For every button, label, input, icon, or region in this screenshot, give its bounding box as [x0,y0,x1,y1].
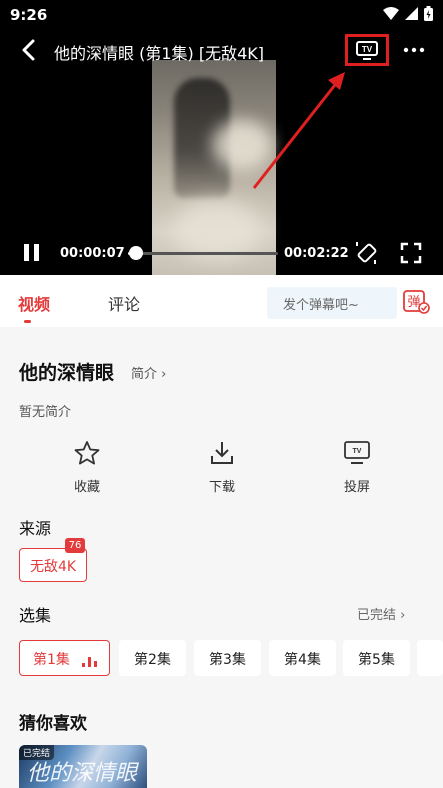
intro-link[interactable]: 简介 › [131,363,166,382]
tv-cast-icon: TV [356,41,378,60]
tab-video[interactable]: 视频 [18,291,50,315]
total-time: 00:02:22 [284,246,349,261]
download-label: 下载 [208,480,235,495]
detail-content: 他的深情眼 简介 › 暂无简介 收藏 下载 TV 投屏 来源 无敌4K 76 选… [0,327,443,788]
recommend-card[interactable]: 他的深情眼 已完结 [19,745,147,788]
battery-icon [424,6,433,21]
source-title: 来源 [19,519,52,538]
tab-indicator [24,320,31,323]
status-bar: 9:26 [0,0,443,26]
progress-bar[interactable] [128,252,278,255]
wifi-icon [383,7,399,20]
playing-bars-icon [82,655,98,667]
tv-cast-icon: TV [344,441,370,464]
pause-button[interactable] [22,242,42,264]
tab-bar: 视频 评论 发个弹幕吧~ 弹 [0,275,443,327]
cast-button[interactable]: TV 投屏 [327,440,387,495]
source-chip[interactable]: 无敌4K [19,548,87,582]
recommend-card-badge: 已完结 [19,745,55,760]
show-title: 他的深情眼 [19,362,115,384]
status-time: 9:26 [10,6,48,24]
star-icon [74,441,100,465]
episode-item[interactable]: 第2集 [119,640,186,676]
rotate-icon[interactable] [354,240,380,266]
current-time: 00:00:07 [60,246,125,261]
episode-item[interactable]: 第5集 [343,640,410,676]
player-controls: 00:00:07 00:02:22 [0,238,443,268]
episode-item[interactable]: 第3集 [194,640,261,676]
cast-icon-text: TV [353,448,362,455]
progress-handle[interactable] [128,246,143,260]
episode-item[interactable]: 第1集 [19,640,110,676]
intro-link-label: 简介 [131,367,158,382]
favorite-button[interactable]: 收藏 [57,440,117,495]
episodes-title: 选集 [19,606,52,625]
tab-comments[interactable]: 评论 [108,291,140,315]
signal-icon [405,7,418,20]
fullscreen-icon[interactable] [400,242,422,264]
annotation-arrow [252,72,345,189]
episode-item-partial[interactable] [417,640,443,676]
source-count-badge: 76 [65,538,85,553]
more-icon[interactable] [400,38,428,62]
back-icon[interactable] [16,36,42,64]
download-button[interactable]: 下载 [192,440,252,495]
chevron-right-icon: › [400,608,406,623]
recommend-title: 猜你喜欢 [19,714,87,734]
episodes-status-label: 已完结 [357,608,397,623]
intro-text: 暂无简介 [19,405,72,420]
episode-label: 第1集 [33,652,70,668]
favorite-label: 收藏 [73,480,100,495]
video-title: 他的深情眼 (第1集) [无敌4K] [54,44,264,63]
danmu-input[interactable]: 发个弹幕吧~ [267,287,397,319]
danmu-icon[interactable]: 弹 [402,290,430,314]
svg-text:TV: TV [362,45,373,54]
chevron-right-icon: › [161,367,167,382]
video-player[interactable]: 9:26 他的深情眼 (第1集) [无敌4K] TV 00:00:07 00:0… [0,0,443,275]
download-icon [211,442,233,464]
episodes-status-link[interactable]: 已完结 › [357,604,405,623]
episode-item[interactable]: 第4集 [269,640,336,676]
player-topbar: 他的深情眼 (第1集) [无敌4K] TV [0,32,443,68]
cast-label: 投屏 [343,480,370,495]
tv-cast-button[interactable]: TV [345,34,389,66]
